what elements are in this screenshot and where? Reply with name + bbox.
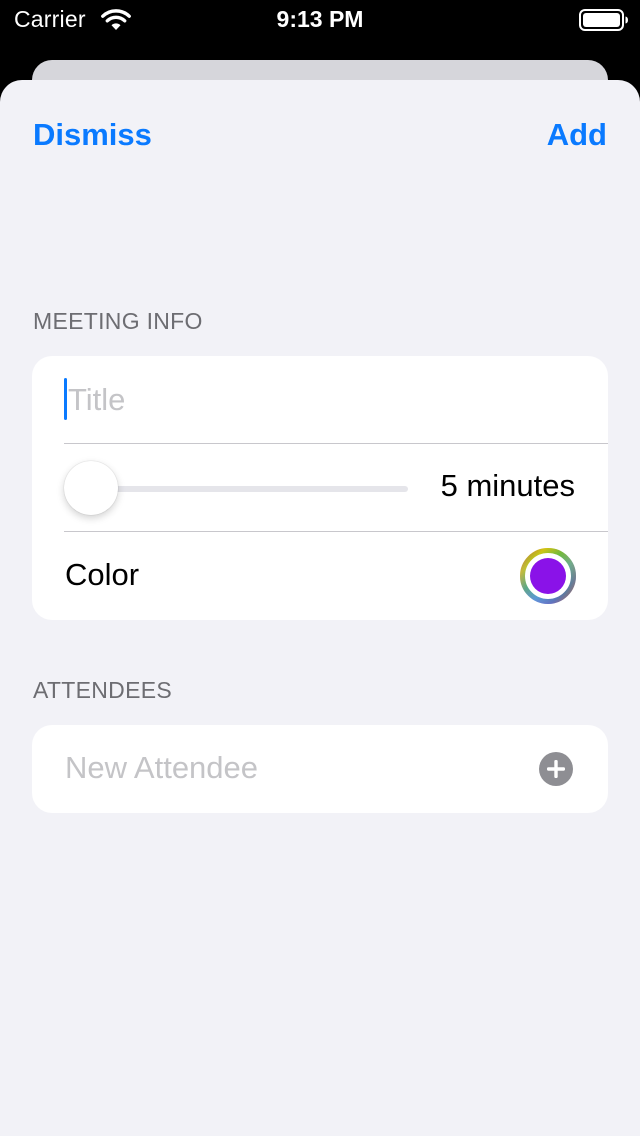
- dismiss-button[interactable]: Dismiss: [33, 117, 152, 153]
- color-wheel-icon[interactable]: [520, 548, 576, 604]
- new-attendee-row[interactable]: New Attendee: [32, 725, 608, 813]
- status-bar: Carrier 9:13 PM: [0, 0, 640, 40]
- meeting-info-header: MEETING INFO: [33, 308, 203, 334]
- title-field[interactable]: [64, 356, 588, 444]
- meeting-info-card: 5 minutes Color: [32, 356, 608, 620]
- status-time: 9:13 PM: [276, 6, 364, 32]
- length-value: 5 minutes: [440, 468, 575, 503]
- attendees-card: New Attendee: [32, 725, 608, 813]
- length-row: 5 minutes: [32, 444, 608, 532]
- text-cursor: [64, 378, 67, 420]
- selected-color-swatch: [530, 558, 566, 594]
- new-attendee-field[interactable]: New Attendee: [65, 750, 258, 786]
- attendees-header: ATTENDEES: [33, 677, 173, 703]
- screen: Carrier 9:13 PM Dismiss Add MEETING INFO: [0, 0, 640, 1136]
- length-slider-thumb[interactable]: [64, 461, 118, 515]
- color-row: Color: [32, 532, 608, 620]
- plus-circle-icon[interactable]: [539, 752, 573, 786]
- new-meeting-sheet: Dismiss Add MEETING INFO 5 minutes: [0, 80, 640, 1136]
- battery-icon: [579, 9, 628, 31]
- add-button[interactable]: Add: [547, 117, 607, 153]
- color-label: Color: [65, 557, 140, 592]
- title-row: [32, 356, 608, 444]
